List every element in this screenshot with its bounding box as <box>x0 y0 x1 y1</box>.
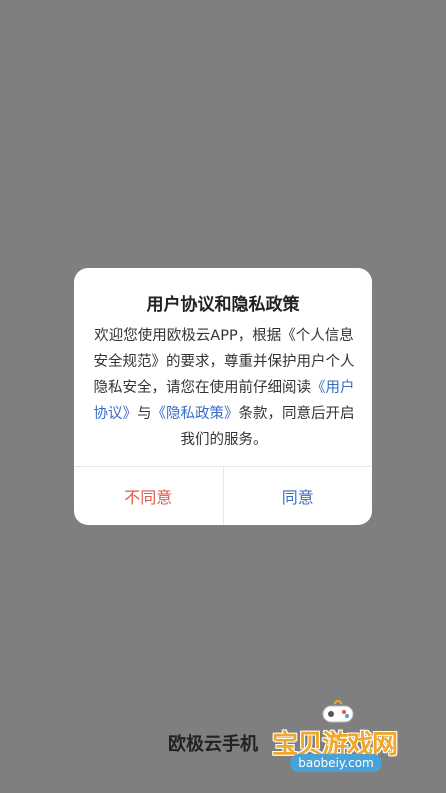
disagree-button[interactable]: 不同意 <box>74 467 224 525</box>
dialog-body: 欢迎您使用欧极云APP，根据《个人信息安全规范》的要求，尊重并保护用户个人隐私安… <box>92 323 356 453</box>
watermark-url: baobeiy.com <box>290 754 382 772</box>
agree-button[interactable]: 同意 <box>224 467 373 525</box>
body-text-and: 与 <box>137 406 152 422</box>
privacy-dialog: 用户协议和隐私政策 欢迎您使用欧极云APP，根据《个人信息安全规范》的要求，尊重… <box>74 268 372 525</box>
gamepad-icon <box>322 700 354 723</box>
watermark: 宝贝游戏网 baobeiy.com <box>268 700 418 780</box>
app-name-footer: 欧极云手机 <box>168 734 258 755</box>
dialog-title: 用户协议和隐私政策 <box>146 295 300 315</box>
privacy-policy-link[interactable]: 《隐私政策》 <box>152 406 239 422</box>
dialog-buttons: 不同意 同意 <box>74 466 372 525</box>
